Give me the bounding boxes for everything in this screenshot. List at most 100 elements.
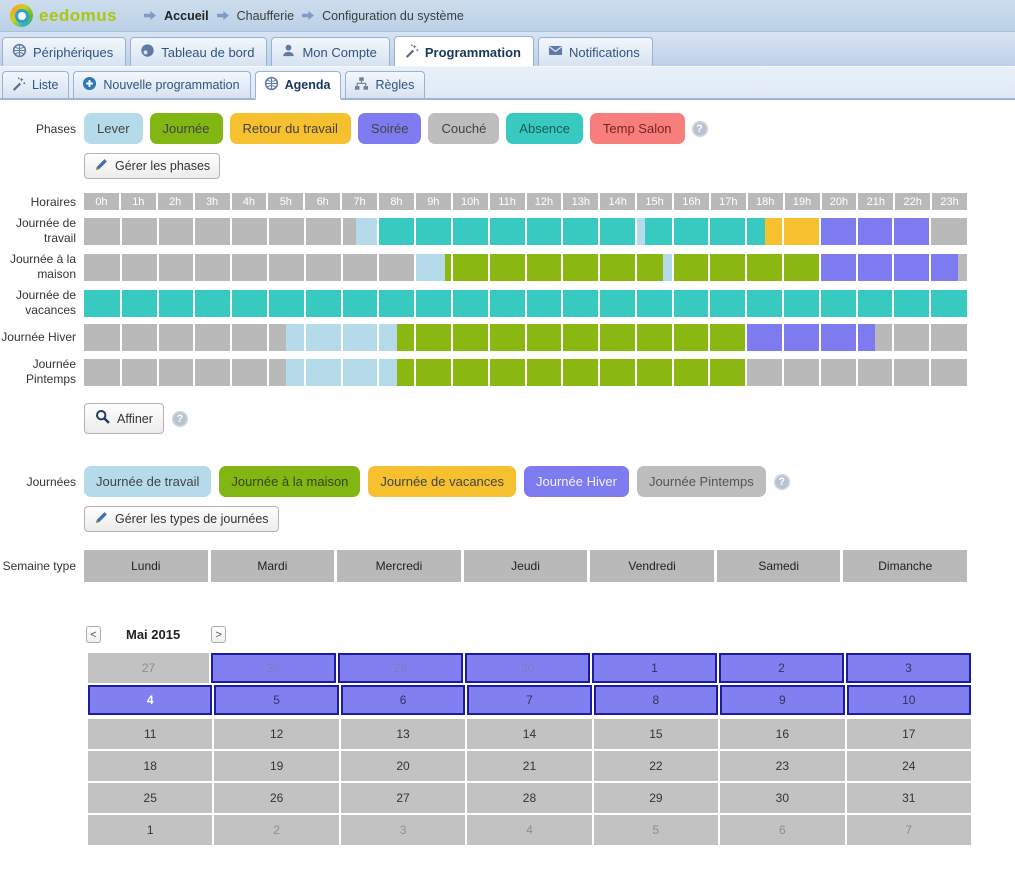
hour-separator <box>598 218 600 245</box>
journee-button-journee-de-vacances[interactable]: Journée de vacances <box>368 466 516 497</box>
hour-label: 19h <box>785 193 820 210</box>
calendar-day-cell[interactable]: 2 <box>719 653 844 683</box>
calendar-day-cell[interactable]: 12 <box>214 719 338 749</box>
calendar-day-cell[interactable]: 18 <box>88 751 212 781</box>
calendar-day-cell[interactable]: 26 <box>214 783 338 813</box>
week-day-mardi[interactable]: Mardi <box>211 550 335 582</box>
calendar-day-cell[interactable]: 3 <box>341 815 465 845</box>
calendar-day-cell[interactable]: 1 <box>592 653 717 683</box>
phase-button-lever[interactable]: Lever <box>84 113 143 144</box>
calendar-day-cell[interactable]: 25 <box>88 783 212 813</box>
calendar-day-cell[interactable]: 30 <box>720 783 844 813</box>
calendar-day-cell[interactable]: 28 <box>467 783 591 813</box>
calendar-day-cell[interactable]: 11 <box>88 719 212 749</box>
hour-separator <box>561 218 563 245</box>
calendar-day-cell[interactable]: 29 <box>338 653 463 683</box>
calendar-day-cell[interactable]: 16 <box>720 719 844 749</box>
phase-button-soirée[interactable]: Soirée <box>358 113 422 144</box>
main-tab-programmation[interactable]: Programmation <box>394 36 534 66</box>
main-tab-mon-compte[interactable]: Mon Compte <box>271 37 389 66</box>
breadcrumb-chaufferie[interactable]: Chaufferie <box>237 9 294 23</box>
breadcrumb-configuration[interactable]: Configuration du système <box>322 9 464 23</box>
calendar-day-cell[interactable]: 27 <box>341 783 465 813</box>
journees-help-icon[interactable]: ? <box>774 474 790 490</box>
calendar-day-cell[interactable]: 6 <box>720 815 844 845</box>
calendar-day-cell[interactable]: 14 <box>467 719 591 749</box>
hour-separator <box>635 290 637 317</box>
breadcrumb-accueil[interactable]: Accueil <box>164 9 208 23</box>
calendar-day-cell[interactable]: 7 <box>467 685 591 715</box>
phase-button-couché[interactable]: Couché <box>428 113 499 144</box>
calendar-day-cell[interactable]: 27 <box>88 653 209 683</box>
calendar-day-cell[interactable]: 15 <box>594 719 718 749</box>
hour-separator <box>414 290 416 317</box>
journee-button-journee-hiver[interactable]: Journée Hiver <box>524 466 629 497</box>
sub-tab-label: Règles <box>375 78 414 92</box>
week-day-dimanche[interactable]: Dimanche <box>843 550 967 582</box>
week-day-mercredi[interactable]: Mercredi <box>337 550 461 582</box>
journee-button-journee-pintemps[interactable]: Journée Pintemps <box>637 466 766 497</box>
calendar-day-cell[interactable]: 13 <box>341 719 465 749</box>
calendar-day-cell[interactable]: 6 <box>341 685 465 715</box>
hours-header: 0h1h2h3h4h5h6h7h8h9h10h11h12h13h14h15h16… <box>84 193 967 210</box>
calendar-day-cell[interactable]: 28 <box>211 653 336 683</box>
calendar-day-cell[interactable]: 3 <box>846 653 971 683</box>
sub-tab-regles[interactable]: Règles <box>345 71 425 98</box>
calendar-day-cell[interactable]: 5 <box>594 815 718 845</box>
main-tab-peripheriques[interactable]: Périphériques <box>2 37 126 66</box>
eedomus-logo[interactable]: eedomus <box>10 4 117 27</box>
main-tab-tableau-de-bord[interactable]: Tableau de bord <box>130 37 267 66</box>
refine-button[interactable]: Affiner <box>84 403 164 434</box>
calendar-day-cell[interactable]: 5 <box>214 685 338 715</box>
calendar-day-cell[interactable]: 31 <box>847 783 971 813</box>
schedule-bar-journee-a-la-maison[interactable] <box>84 254 967 281</box>
calendar-day-cell[interactable]: 24 <box>847 751 971 781</box>
phase-segment-gray <box>958 254 967 281</box>
calendar-prev-button[interactable]: < <box>86 626 101 643</box>
sub-tab-liste[interactable]: Liste <box>2 71 69 98</box>
journee-button-journee-de-travail[interactable]: Journée de travail <box>84 466 211 497</box>
calendar-day-cell[interactable]: 29 <box>594 783 718 813</box>
journee-button-journee-a-la-maison[interactable]: Journée à la maison <box>219 466 360 497</box>
hour-separator <box>745 254 747 281</box>
calendar-day-cell[interactable]: 30 <box>465 653 590 683</box>
week-day-lundi[interactable]: Lundi <box>84 550 208 582</box>
week-day-vendredi[interactable]: Vendredi <box>590 550 714 582</box>
phase-button-retour-du-travail[interactable]: Retour du travail <box>230 113 351 144</box>
hour-separator <box>745 324 747 351</box>
manage-journees-button[interactable]: Gérer les types de journées <box>84 506 279 532</box>
schedule-bar-journee-de-vacances[interactable] <box>84 290 967 317</box>
calendar-day-cell[interactable]: 10 <box>847 685 971 715</box>
calendar-day-cell[interactable]: 8 <box>594 685 718 715</box>
phase-button-temp-salon[interactable]: Temp Salon <box>590 113 685 144</box>
manage-phases-button[interactable]: Gérer les phases <box>84 153 220 179</box>
schedule-bar-journee-de-travail[interactable] <box>84 218 967 245</box>
calendar-next-button[interactable]: > <box>211 626 226 643</box>
calendar-day-cell[interactable]: 23 <box>720 751 844 781</box>
calendar-day-cell[interactable]: 17 <box>847 719 971 749</box>
main-tab-notifications[interactable]: Notifications <box>538 37 653 66</box>
hour-separator <box>157 218 159 245</box>
hour-separator <box>377 254 379 281</box>
calendar-day-cell[interactable]: 7 <box>847 815 971 845</box>
sub-tab-agenda[interactable]: Agenda <box>255 71 342 100</box>
week-day-samedi[interactable]: Samedi <box>717 550 841 582</box>
phases-help-icon[interactable]: ? <box>692 121 708 137</box>
refine-help-icon[interactable]: ? <box>172 411 188 427</box>
sub-tab-nouvelle-programmation[interactable]: Nouvelle programmation <box>73 71 250 98</box>
calendar-day-cell[interactable]: 22 <box>594 751 718 781</box>
calendar-day-cell[interactable]: 20 <box>341 751 465 781</box>
calendar-day-cell[interactable]: 4 <box>88 685 212 715</box>
calendar-day-cell[interactable]: 19 <box>214 751 338 781</box>
phase-button-journée[interactable]: Journée <box>150 113 223 144</box>
schedule-bar-journee-pintemps[interactable] <box>84 359 967 386</box>
calendar-day-cell[interactable]: 2 <box>214 815 338 845</box>
hour-separator <box>230 254 232 281</box>
calendar-day-cell[interactable]: 1 <box>88 815 212 845</box>
calendar-day-cell[interactable]: 4 <box>467 815 591 845</box>
calendar-day-cell[interactable]: 9 <box>720 685 844 715</box>
phase-button-absence[interactable]: Absence <box>506 113 583 144</box>
calendar-day-cell[interactable]: 21 <box>467 751 591 781</box>
schedule-bar-journee-hiver[interactable] <box>84 324 967 351</box>
week-day-jeudi[interactable]: Jeudi <box>464 550 588 582</box>
